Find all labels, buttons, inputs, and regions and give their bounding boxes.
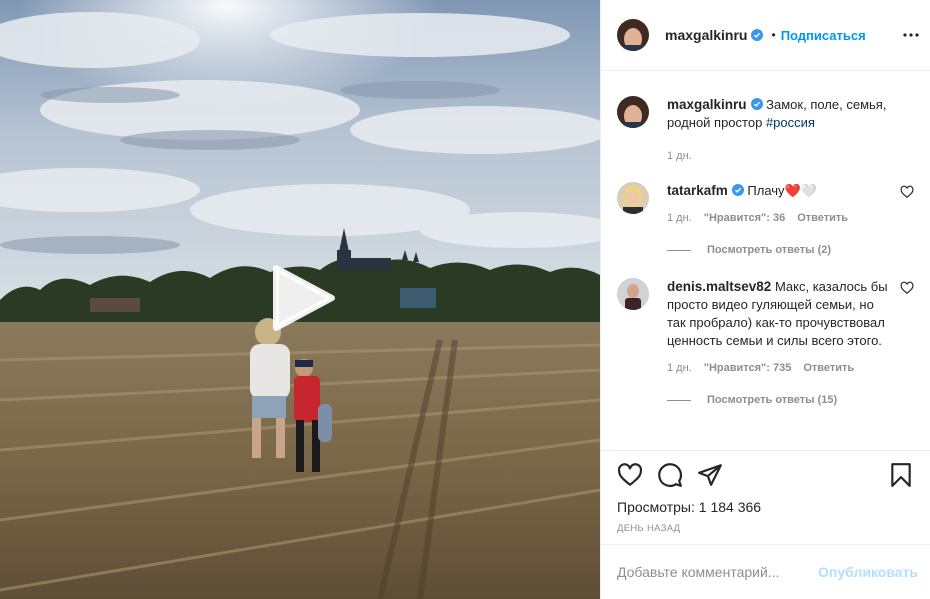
likes-count[interactable]: "Нравится": 735 bbox=[704, 362, 792, 374]
follow-button[interactable]: Подписаться bbox=[781, 28, 866, 43]
author-username[interactable]: maxgalkinru bbox=[665, 27, 747, 43]
comment-username[interactable]: denis.maltsev82 bbox=[667, 279, 771, 294]
verified-badge-icon bbox=[731, 184, 744, 196]
comment-input[interactable] bbox=[617, 564, 819, 580]
likes-count[interactable]: "Нравится": 36 bbox=[704, 212, 785, 224]
caption-username[interactable]: maxgalkinru bbox=[667, 97, 747, 112]
comment-age: 1 дн. bbox=[667, 362, 692, 374]
reply-button[interactable]: Ответить bbox=[797, 212, 848, 224]
comment-age: 1 дн. bbox=[667, 212, 692, 224]
bookmark-icon[interactable] bbox=[888, 462, 914, 488]
post-sidebar: maxgalkinru • Подписаться maxgalkinru За… bbox=[600, 0, 930, 599]
video-player[interactable] bbox=[0, 0, 600, 599]
comment: denis.maltsev82 Макс, казалось бы просто… bbox=[617, 278, 914, 374]
add-comment-bar: Опубликовать bbox=[601, 544, 930, 599]
avatar[interactable] bbox=[617, 182, 649, 214]
comment-username[interactable]: tatarkafm bbox=[667, 183, 728, 198]
comment-like-heart-icon[interactable] bbox=[900, 185, 914, 199]
verified-badge-icon bbox=[751, 29, 764, 41]
comment-like-heart-icon[interactable] bbox=[900, 281, 914, 295]
paper-plane-icon[interactable] bbox=[697, 462, 723, 488]
views-count[interactable]: Просмотры: 1 184 366 bbox=[617, 499, 914, 515]
more-dots-icon[interactable] bbox=[902, 26, 920, 44]
comments-list[interactable]: maxgalkinru Замок, поле, семья, родной п… bbox=[601, 72, 930, 450]
reply-button[interactable]: Ответить bbox=[803, 362, 854, 374]
avatar[interactable] bbox=[617, 19, 649, 51]
heart-icon[interactable] bbox=[617, 462, 643, 488]
view-replies-label: Посмотреть ответы (15) bbox=[707, 394, 838, 406]
avatar[interactable] bbox=[617, 278, 649, 310]
post-view: maxgalkinru • Подписаться maxgalkinru За… bbox=[0, 0, 930, 599]
view-replies-label: Посмотреть ответы (2) bbox=[707, 244, 832, 256]
view-replies-button[interactable]: Посмотреть ответы (2) bbox=[667, 244, 914, 256]
post-header: maxgalkinru • Подписаться bbox=[601, 0, 930, 71]
hashtag-link[interactable]: #россия bbox=[766, 115, 815, 130]
replies-divider bbox=[667, 249, 691, 251]
verified-badge-icon bbox=[750, 98, 763, 110]
comment: tatarkafm Плачу❤️🤍 1 дн. "Нравится": 36 … bbox=[617, 182, 914, 224]
view-replies-button[interactable]: Посмотреть ответы (15) bbox=[667, 394, 914, 406]
post-date: ДЕНЬ НАЗАД bbox=[617, 523, 681, 534]
post-actions: Просмотры: 1 184 366 ДЕНЬ НАЗАД bbox=[601, 450, 930, 544]
caption: maxgalkinru Замок, поле, семья, родной п… bbox=[617, 96, 914, 162]
caption-age: 1 дн. bbox=[667, 150, 692, 162]
play-icon[interactable] bbox=[272, 264, 336, 332]
speech-bubble-icon[interactable] bbox=[657, 462, 683, 488]
avatar[interactable] bbox=[617, 96, 649, 128]
separator-dot: • bbox=[771, 28, 776, 42]
replies-divider bbox=[667, 399, 691, 401]
comment-text: Плачу❤️🤍 bbox=[747, 183, 817, 198]
publish-button[interactable]: Опубликовать bbox=[818, 564, 918, 580]
